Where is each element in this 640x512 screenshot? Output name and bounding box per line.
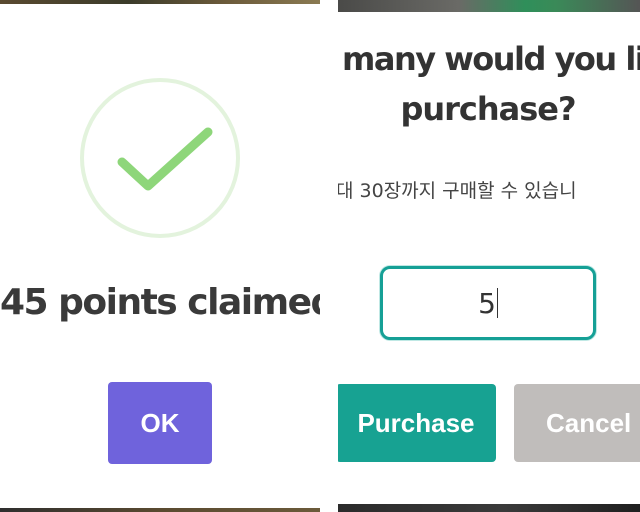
purchase-limit-text: 대 30장까지 구매할 수 있습니 (338, 180, 577, 202)
panel-divider (320, 0, 338, 512)
points-claimed-message: 45 points claimed (0, 282, 320, 323)
purchase-button[interactable]: Purchase (338, 384, 496, 462)
background-strip-top (338, 0, 640, 12)
cancel-button[interactable]: Cancel (514, 384, 640, 462)
screenshot-frame: 45 points claimed OK many would you li p… (0, 0, 640, 512)
quantity-value: 5 (478, 286, 496, 320)
quantity-input[interactable]: 5 (380, 266, 596, 340)
background-strip-top (0, 0, 320, 4)
purchase-question-line2: purchase? (400, 90, 576, 128)
purchase-quantity-dialog: many would you li purchase? 대 30장까지 구매할 … (338, 0, 640, 512)
ok-button[interactable]: OK (108, 382, 212, 464)
text-caret (496, 288, 498, 318)
points-claimed-dialog: 45 points claimed OK (0, 0, 320, 512)
check-icon (117, 127, 213, 191)
background-strip-bottom (338, 504, 640, 512)
background-strip-bottom (0, 508, 320, 512)
purchase-question-line1: many would you li (342, 40, 640, 78)
success-circle (80, 78, 240, 238)
